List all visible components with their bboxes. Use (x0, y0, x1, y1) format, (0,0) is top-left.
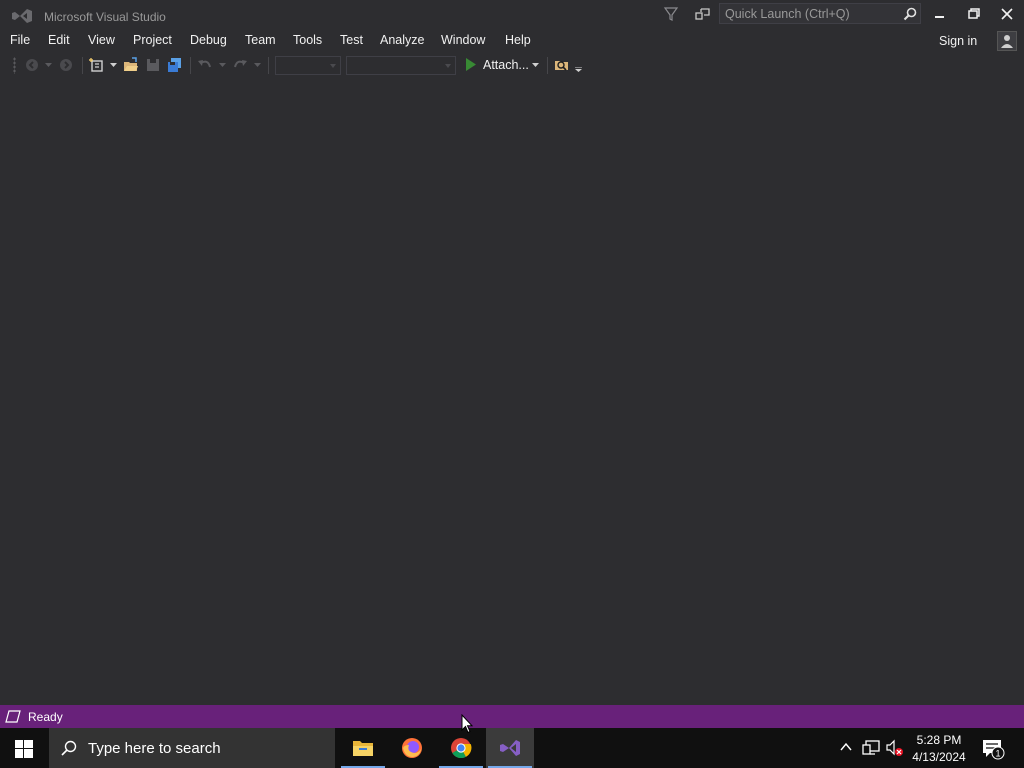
chevron-down-icon (330, 64, 336, 68)
menu-tools[interactable]: Tools (293, 33, 322, 47)
status-bar: Ready (0, 705, 1024, 728)
find-in-files-icon[interactable] (554, 57, 570, 73)
save-all-icon[interactable] (167, 57, 183, 73)
taskbar-search-placeholder: Type here to search (88, 740, 221, 757)
taskbar: Type here to search 5:28 PM 4/13/2024 1 (0, 728, 1024, 768)
menu-analyze[interactable]: Analyze (380, 33, 424, 47)
attach-button[interactable]: Attach... (483, 58, 529, 72)
windows-logo-icon (15, 740, 33, 758)
folder-icon (353, 741, 373, 756)
start-button[interactable] (0, 728, 48, 768)
solution-platforms-combo[interactable] (346, 56, 456, 75)
clock-date: 4/13/2024 (912, 750, 966, 764)
network-icon[interactable] (862, 739, 880, 757)
taskbar-clock[interactable]: 5:28 PM 4/13/2024 (905, 732, 973, 766)
attach-dropdown-arrow-icon[interactable] (532, 63, 539, 68)
filter-feedback-icon[interactable] (662, 5, 680, 23)
dropdown-arrow-icon[interactable] (219, 63, 226, 68)
redo-icon[interactable] (232, 57, 248, 73)
visual-studio-logo-icon (12, 9, 32, 23)
dropdown-arrow-icon[interactable] (254, 63, 261, 68)
volume-muted-icon[interactable] (886, 739, 904, 757)
menu-file[interactable]: File (10, 33, 30, 47)
new-project-icon[interactable] (89, 57, 105, 73)
account-icon[interactable] (997, 31, 1017, 51)
search-icon (61, 740, 77, 756)
open-file-icon[interactable] (123, 57, 139, 73)
clock-time: 5:28 PM (916, 733, 962, 747)
person-icon (1001, 35, 1013, 48)
dropdown-arrow-icon[interactable] (45, 63, 52, 68)
title-bar: Microsoft Visual Studio (0, 0, 1024, 30)
solution-configurations-combo[interactable] (275, 56, 341, 75)
menu-help[interactable]: Help (505, 33, 531, 47)
toolbar-separator (190, 57, 191, 74)
undo-icon[interactable] (197, 57, 213, 73)
quick-launch-input[interactable] (725, 6, 895, 21)
quick-launch-box[interactable] (719, 3, 921, 24)
taskbar-firefox[interactable] (388, 728, 436, 768)
menu-debug[interactable]: Debug (190, 33, 227, 47)
start-debugging-play-icon[interactable] (465, 58, 477, 71)
menu-test[interactable]: Test (340, 33, 363, 47)
menu-bar: File Edit View Project Debug Team Tools … (0, 30, 1024, 52)
taskbar-search-box[interactable]: Type here to search (49, 728, 335, 768)
toolbar-separator (268, 57, 269, 74)
restore-button[interactable] (962, 4, 984, 24)
minimize-button[interactable] (928, 4, 950, 24)
menu-window[interactable]: Window (441, 33, 485, 47)
navigate-back-icon[interactable] (24, 57, 40, 73)
toolbar-grip[interactable] (13, 57, 16, 74)
taskbar-chrome[interactable] (437, 728, 485, 768)
toolbar-separator (82, 57, 83, 74)
menu-edit[interactable]: Edit (48, 33, 70, 47)
status-icon (5, 710, 21, 723)
navigate-forward-icon[interactable] (58, 57, 74, 73)
toolbar-overflow-icon[interactable] (575, 67, 582, 72)
notification-center-icon: 1 (983, 740, 1005, 760)
visual-studio-icon (500, 740, 520, 756)
firefox-icon (402, 738, 422, 758)
menu-team[interactable]: Team (245, 33, 276, 47)
menu-project[interactable]: Project (133, 33, 172, 47)
mouse-cursor-icon (461, 714, 473, 734)
close-button[interactable] (996, 4, 1018, 24)
save-icon[interactable] (145, 57, 161, 73)
window-title: Microsoft Visual Studio (44, 10, 166, 24)
toolbar-separator (547, 57, 548, 74)
sign-in-link[interactable]: Sign in (939, 34, 977, 48)
dropdown-arrow-icon[interactable] (110, 63, 117, 68)
search-icon[interactable] (902, 6, 918, 22)
chrome-icon (451, 738, 472, 759)
notification-count: 1 (995, 749, 1000, 759)
menu-view[interactable]: View (88, 33, 115, 47)
chevron-up-icon[interactable] (840, 742, 852, 752)
chevron-down-icon (445, 64, 451, 68)
system-tray (836, 728, 906, 768)
taskbar-file-explorer[interactable] (339, 728, 387, 768)
status-text: Ready (28, 710, 63, 724)
taskbar-visual-studio[interactable] (486, 728, 534, 768)
notification-icon[interactable] (694, 5, 712, 23)
action-center-button[interactable]: 1 (981, 738, 1005, 760)
